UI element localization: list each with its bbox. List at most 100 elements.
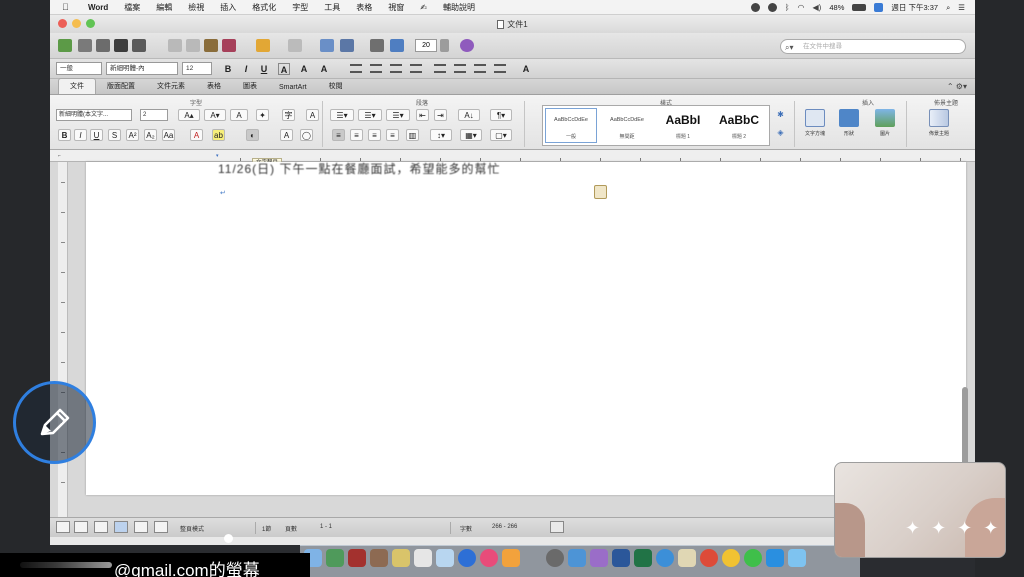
script-icon[interactable]: ✍	[420, 3, 427, 12]
clear-format-button[interactable]: A	[230, 109, 248, 121]
search-input[interactable]: ⌕▾ 在文件中搜尋	[780, 39, 966, 54]
app-store-icon[interactable]	[458, 549, 476, 567]
chrome-icon[interactable]	[700, 549, 718, 567]
borders-button[interactable]: ▢▾	[490, 129, 512, 141]
vertical-scrollbar[interactable]	[962, 387, 968, 467]
tab-review[interactable]: 校閱	[318, 79, 354, 94]
ribbon-increase-indent-button[interactable]: ⇥	[434, 109, 447, 121]
show-marks-button[interactable]: ¶▾	[490, 109, 512, 121]
save-icon[interactable]	[114, 39, 128, 52]
app-icon[interactable]	[590, 549, 608, 567]
phonetic-button[interactable]: ✦	[256, 109, 269, 121]
sidebar-icon[interactable]	[370, 39, 384, 52]
menu-table[interactable]: 表格	[356, 2, 372, 13]
app-icon[interactable]	[722, 549, 740, 567]
excel-app-icon[interactable]	[634, 549, 652, 567]
close-window-button[interactable]	[58, 19, 67, 28]
app-icon[interactable]	[766, 549, 784, 567]
menu-word[interactable]: Word	[88, 3, 108, 12]
app-icon[interactable]	[568, 549, 586, 567]
focus-view-button[interactable]	[154, 521, 168, 533]
open-icon[interactable]	[96, 39, 110, 52]
app-icon[interactable]	[678, 549, 696, 567]
character-shading-button[interactable]: A	[280, 129, 293, 141]
subscript-button[interactable]: A₂	[144, 129, 157, 141]
ribbon-align-center-button[interactable]: ≡	[350, 129, 363, 141]
app-icon[interactable]	[370, 549, 388, 567]
print-layout-view-button[interactable]	[114, 521, 128, 533]
text-effects-button[interactable]: A	[306, 109, 319, 121]
menu-font[interactable]: 字型	[292, 2, 308, 13]
italic-button[interactable]: I	[240, 63, 252, 75]
print-icon[interactable]	[132, 39, 146, 52]
tab-home[interactable]: 文件	[58, 78, 96, 94]
increase-indent-icon[interactable]	[494, 64, 506, 73]
help-icon[interactable]	[460, 39, 474, 52]
shading-button[interactable]: ▦▾	[460, 129, 482, 141]
zoom-dropdown-icon[interactable]	[440, 39, 449, 52]
shapes-button[interactable]: 形狀	[836, 109, 862, 145]
superscript-button[interactable]: A²	[126, 129, 139, 141]
ribbon-collapse-icon[interactable]: ⌃ ⚙▾	[947, 82, 967, 91]
ribbon-font-size[interactable]: 2	[140, 109, 168, 121]
media-browser-icon[interactable]	[390, 39, 404, 52]
numbers-icon[interactable]	[326, 549, 344, 567]
volume-icon[interactable]: ◀)	[813, 3, 822, 12]
bold-button[interactable]: B	[222, 63, 234, 75]
new-document-icon[interactable]	[78, 39, 92, 52]
notebook-view-button[interactable]	[134, 521, 148, 533]
app-icon[interactable]	[546, 549, 564, 567]
ribbon-decrease-indent-button[interactable]: ⇤	[416, 109, 429, 121]
menu-insert[interactable]: 插入	[220, 2, 236, 13]
clock[interactable]: 週日 下午3:37	[891, 2, 938, 13]
ribbon-bullets-button[interactable]: ☰▾	[330, 109, 354, 121]
app-icon[interactable]	[788, 549, 806, 567]
format-painter-icon[interactable]	[222, 39, 236, 52]
notification-icon[interactable]: ☰	[958, 3, 965, 12]
document-page[interactable]: 11/26(日) 下午一點在餐廳面試，希望能多的幫忙 ↵	[86, 162, 966, 495]
app-icon[interactable]	[348, 549, 366, 567]
font-color-button[interactable]: A	[318, 63, 330, 75]
ribbon-underline-button[interactable]: U	[90, 129, 103, 141]
align-right-icon[interactable]	[390, 64, 402, 73]
copy-icon[interactable]	[186, 39, 200, 52]
spotlight-icon[interactable]: ⌕	[946, 3, 950, 13]
char-border-button[interactable]: 字	[282, 109, 295, 121]
minimize-window-button[interactable]	[72, 19, 81, 28]
ribbon-highlight-button[interactable]: ab	[212, 129, 225, 141]
tab-tables[interactable]: 表格	[196, 79, 232, 94]
document-text[interactable]: 11/26(日) 下午一點在餐廳面試，希望能多的幫忙	[218, 160, 500, 177]
keynote-icon[interactable]	[414, 549, 432, 567]
menu-view[interactable]: 檢視	[188, 2, 204, 13]
align-center-icon[interactable]	[370, 64, 382, 73]
app-icon[interactable]	[502, 549, 520, 567]
app-icon[interactable]	[436, 549, 454, 567]
multilevel-list-button[interactable]: ☰▾	[386, 109, 410, 121]
menu-format[interactable]: 格式化	[252, 2, 276, 13]
style-select[interactable]: 一般	[56, 62, 102, 75]
columns-icon[interactable]	[340, 39, 354, 52]
proofing-icon[interactable]	[550, 521, 564, 533]
tab-charts[interactable]: 圖表	[232, 79, 268, 94]
themes-button[interactable]: 佈景主題	[926, 109, 952, 145]
tab-stop-selector[interactable]: ⌐	[58, 153, 61, 159]
font-size-select[interactable]: 12	[182, 62, 212, 75]
zoom-window-button[interactable]	[86, 19, 95, 28]
user-icon[interactable]	[874, 3, 884, 12]
undo-icon[interactable]	[256, 39, 270, 52]
style-no-spacing[interactable]: AaBbCcDdEe 無間距	[601, 108, 653, 143]
strikethrough-button[interactable]: S	[108, 129, 121, 141]
font-select[interactable]: 新細明體-內	[106, 62, 178, 75]
ribbon-font-name[interactable]: 新細明體(本文字...	[56, 109, 132, 121]
sort-button[interactable]: A↓	[458, 109, 480, 121]
change-case-button[interactable]: Aa	[162, 129, 175, 141]
ribbon-font-color-button[interactable]: A	[190, 129, 203, 141]
itunes-icon[interactable]	[480, 549, 498, 567]
paste-icon[interactable]	[204, 39, 218, 52]
justify-icon[interactable]	[410, 64, 422, 73]
redo-icon[interactable]	[288, 39, 302, 52]
style-heading-1[interactable]: AaBbI 標題 1	[657, 108, 709, 143]
align-left-icon[interactable]	[350, 64, 362, 73]
sync-icon[interactable]	[750, 3, 760, 12]
ribbon-numbering-button[interactable]: ☰▾	[358, 109, 382, 121]
